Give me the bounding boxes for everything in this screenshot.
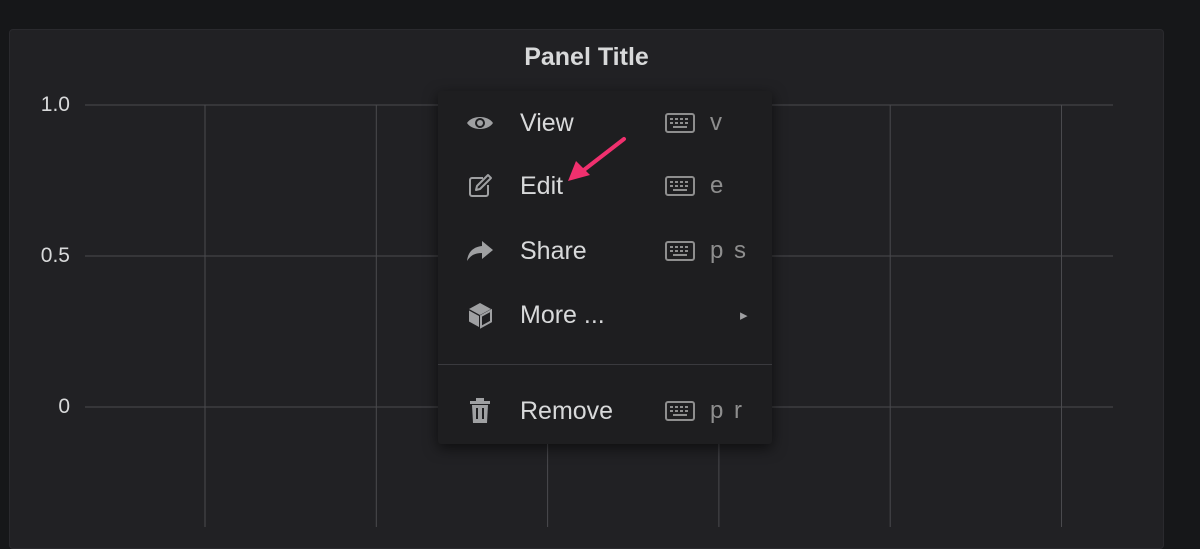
menu-item-more[interactable]: More ... ▸	[438, 285, 772, 345]
keyboard-icon	[664, 111, 696, 135]
eye-icon	[465, 108, 495, 138]
keyboard-icon	[664, 174, 696, 198]
annotation-arrow-icon	[568, 137, 626, 181]
share-icon	[465, 236, 495, 266]
y-tick-label: 0.5	[40, 244, 70, 267]
menu-item-share[interactable]: Share p s	[438, 221, 772, 281]
y-tick-label: 0	[58, 395, 70, 418]
menu-item-remove[interactable]: Remove p r	[438, 381, 772, 441]
menu-divider	[438, 364, 772, 365]
shortcut-keys: p r	[710, 397, 745, 424]
trash-icon	[465, 396, 495, 426]
shortcut-keys: p s	[710, 237, 749, 264]
cube-icon	[465, 300, 495, 330]
shortcut-keys: e	[710, 172, 726, 199]
keyboard-icon	[664, 239, 696, 263]
y-tick-label: 1.0	[40, 93, 70, 116]
chevron-right-icon: ▸	[740, 307, 748, 324]
keyboard-icon	[664, 399, 696, 423]
menu-item-label: Remove	[520, 396, 614, 425]
menu-item-label: Edit	[520, 171, 564, 200]
menu-item-label: More ...	[520, 300, 605, 329]
shortcut-keys: v	[710, 109, 724, 136]
menu-item-label: Share	[520, 236, 587, 265]
edit-icon	[465, 171, 495, 201]
menu-item-label: View	[520, 108, 574, 137]
